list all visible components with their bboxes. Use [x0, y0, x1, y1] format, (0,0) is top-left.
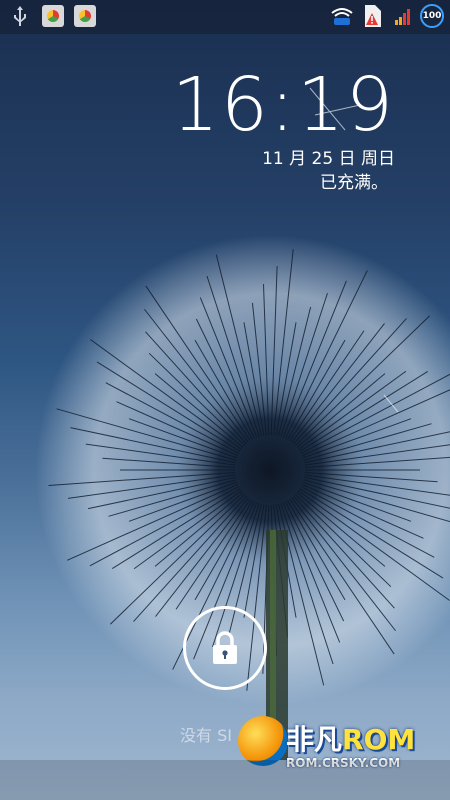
bottom-bar	[0, 760, 450, 800]
signal-icon	[390, 4, 414, 28]
unlock-button[interactable]	[183, 606, 267, 690]
app-notification-icon	[74, 5, 96, 27]
watermark-brand-b: ROM	[342, 723, 416, 756]
status-bar: 100	[0, 0, 450, 34]
wifi-icon	[330, 4, 354, 28]
lockscreen-clock: 16:19	[171, 62, 395, 148]
sim-warning-icon	[360, 4, 384, 28]
watermark-brand: 非凡ROM	[286, 718, 415, 758]
battery-icon: 100	[420, 4, 444, 28]
usb-icon	[8, 4, 32, 28]
lock-icon	[213, 631, 237, 664]
battery-level: 100	[422, 11, 442, 21]
lockscreen-date: 11 月 25 日 周日	[262, 149, 395, 169]
watermark-emblem	[238, 716, 288, 766]
app-notification-icon	[42, 5, 64, 27]
sim-status-hint: 没有 SI	[180, 726, 232, 745]
watermark-brand-a: 非凡	[286, 723, 343, 756]
charging-status: 已充满。	[320, 173, 388, 193]
